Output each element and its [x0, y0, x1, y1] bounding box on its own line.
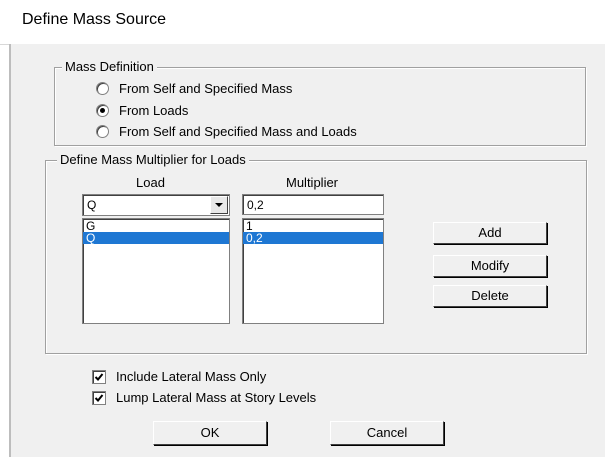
- radio-button[interactable]: [96, 125, 109, 138]
- radio-button[interactable]: [96, 82, 109, 95]
- list-item-selected[interactable]: Q: [83, 232, 229, 244]
- dropdown-arrow-button[interactable]: [210, 196, 228, 214]
- delete-button[interactable]: Delete: [433, 285, 547, 307]
- radio-label: From Loads: [119, 103, 189, 118]
- load-list[interactable]: G Q: [82, 218, 230, 324]
- modify-button[interactable]: Modify: [433, 255, 547, 277]
- load-dropdown-value: Q: [87, 198, 97, 212]
- add-button[interactable]: Add: [433, 222, 547, 244]
- window-title: Define Mass Source: [22, 11, 167, 28]
- load-column-header: Load: [136, 175, 165, 190]
- list-item[interactable]: 1: [243, 220, 383, 232]
- multiplier-input-value: 0,2: [247, 198, 264, 212]
- load-dropdown[interactable]: Q: [82, 194, 230, 216]
- checkbox[interactable]: [92, 369, 106, 384]
- checkbox-label: Include Lateral Mass Only: [116, 369, 267, 384]
- mass-definition-legend: Mass Definition: [62, 59, 157, 74]
- radio-from-loads[interactable]: From Loads: [96, 103, 188, 118]
- radio-label: From Self and Specified Mass and Loads: [119, 124, 357, 139]
- radio-self-specified-and-loads[interactable]: From Self and Specified Mass and Loads: [96, 124, 357, 139]
- radio-label: From Self and Specified Mass: [119, 81, 293, 96]
- list-item[interactable]: G: [83, 220, 229, 232]
- include-lateral-mass-only-checkbox[interactable]: Include Lateral Mass Only: [92, 369, 266, 384]
- radio-button-selected[interactable]: [96, 104, 109, 117]
- mass-multiplier-legend: Define Mass Multiplier for Loads: [57, 152, 249, 167]
- multiplier-column-header: Multiplier: [286, 175, 339, 190]
- checkmark-icon: [94, 372, 104, 381]
- multiplier-list[interactable]: 1 0,2: [242, 218, 384, 324]
- checkbox-label: Lump Lateral Mass at Story Levels: [116, 390, 317, 405]
- checkmark-icon: [94, 393, 104, 402]
- lump-lateral-mass-checkbox[interactable]: Lump Lateral Mass at Story Levels: [92, 390, 316, 405]
- cancel-button[interactable]: Cancel: [330, 421, 444, 445]
- radio-self-and-specified-mass[interactable]: From Self and Specified Mass: [96, 81, 292, 96]
- ok-button[interactable]: OK: [153, 421, 267, 445]
- multiplier-input[interactable]: 0,2: [242, 194, 384, 215]
- list-item-selected[interactable]: 0,2: [243, 232, 383, 244]
- title-bar: Define Mass Source: [0, 0, 605, 45]
- checkbox[interactable]: [92, 390, 106, 405]
- chevron-down-icon: [215, 203, 223, 207]
